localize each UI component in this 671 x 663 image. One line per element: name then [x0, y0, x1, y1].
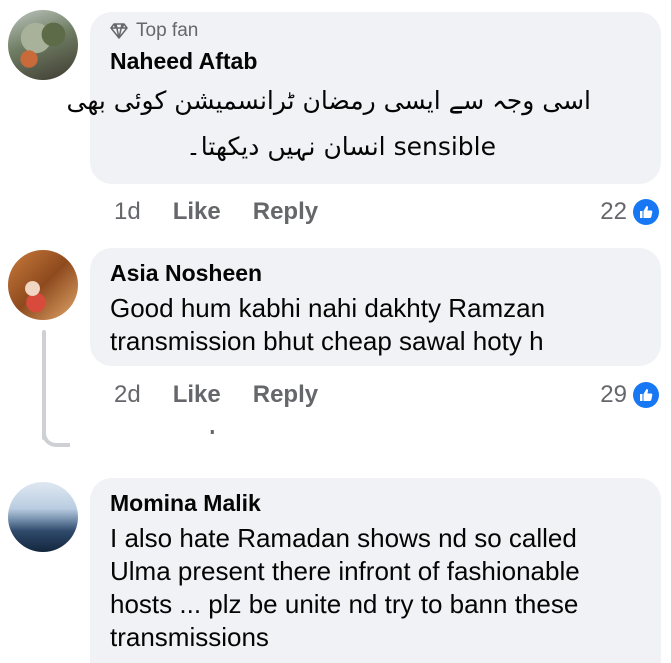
comment-bubble-1: Top fan Naheed Aftab اسی وجہ سے ایسی رمض…	[66, 12, 661, 184]
comment-author[interactable]: Momina Malik	[110, 490, 261, 517]
comment-author[interactable]: Naheed Aftab	[110, 48, 257, 75]
like-thumb-icon	[633, 382, 659, 408]
reaction-count: 29	[600, 381, 627, 408]
badge-label: Top fan	[136, 20, 199, 41]
reply-button[interactable]: Reply	[253, 198, 318, 226]
reaction-summary[interactable]: 29	[600, 381, 659, 409]
comment-text: I also hate Ramadan shows nd so called U…	[110, 523, 580, 652]
thread-line	[42, 330, 46, 440]
like-thumb-icon	[633, 199, 659, 225]
comment-time[interactable]: 2d	[114, 381, 141, 409]
top-fan-badge: Top fan	[110, 20, 198, 42]
reaction-summary[interactable]: 22	[600, 198, 659, 226]
comment-text-line-1: اسی وجہ سے ایسی رمضان ٹرانسمیشن کوئی بھی	[66, 86, 591, 115]
like-button[interactable]: Like	[173, 381, 221, 409]
comment-actions-1: 1d Like Reply	[114, 198, 318, 226]
view-replies-link[interactable]: reply	[175, 424, 228, 434]
comment-time[interactable]: 1d	[114, 198, 141, 226]
reaction-count: 22	[600, 198, 627, 225]
diamond-icon	[110, 23, 128, 39]
comment-bubble-2: Asia Nosheen Good hum kabhi nahi dakhty …	[90, 248, 661, 366]
thread-curve	[42, 425, 70, 447]
comment-text-line-2: sensible انسان نہیں دیکھتا۔	[186, 132, 496, 161]
avatar-asia-nosheen[interactable]	[8, 250, 78, 320]
avatar-momina-malik[interactable]	[8, 482, 78, 552]
comment-actions-2: 2d Like Reply	[114, 381, 318, 409]
comment-bubble-3: Momina Malik I also hate Ramadan shows n…	[90, 478, 661, 663]
comment-author[interactable]: Asia Nosheen	[110, 260, 262, 287]
comment-text: Good hum kabhi nahi dakhty Ramzan transm…	[110, 293, 546, 356]
like-button[interactable]: Like	[173, 198, 221, 226]
reply-button[interactable]: Reply	[253, 381, 318, 409]
avatar-naheed-aftab[interactable]	[8, 10, 78, 80]
